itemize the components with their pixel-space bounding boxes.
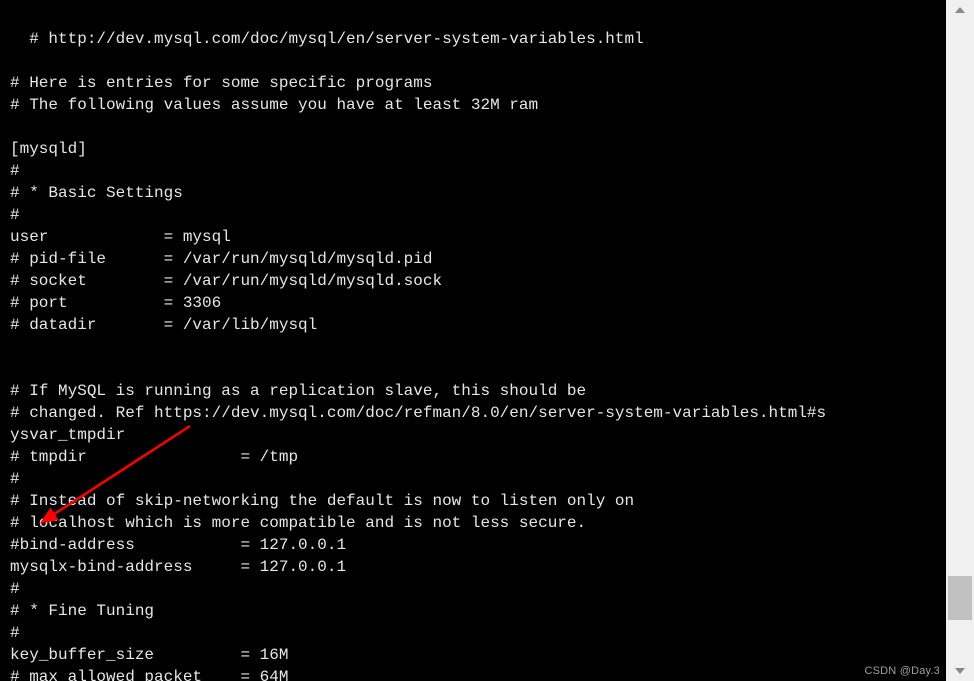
- config-line: # changed. Ref https://dev.mysql.com/doc…: [10, 404, 826, 422]
- config-line: # Here is entries for some specific prog…: [10, 74, 432, 92]
- config-line: # * Fine Tuning: [10, 602, 154, 620]
- config-line: # The following values assume you have a…: [10, 96, 538, 114]
- config-line: user = mysql: [10, 228, 231, 246]
- config-line: # socket = /var/run/mysqld/mysqld.sock: [10, 272, 442, 290]
- scroll-down-button[interactable]: [946, 661, 974, 681]
- config-line: # * Basic Settings: [10, 184, 183, 202]
- config-line: # pid-file = /var/run/mysqld/mysqld.pid: [10, 250, 432, 268]
- terminal-viewport[interactable]: # http://dev.mysql.com/doc/mysql/en/serv…: [0, 0, 946, 681]
- config-line: # http://dev.mysql.com/doc/mysql/en/serv…: [29, 30, 644, 48]
- config-line: #bind-address = 127.0.0.1: [10, 536, 346, 554]
- config-line: #: [10, 206, 20, 224]
- scroll-up-button[interactable]: [946, 0, 974, 20]
- config-line: mysqlx-bind-address = 127.0.0.1: [10, 558, 346, 576]
- scrollbar-thumb[interactable]: [948, 576, 972, 620]
- config-line: #: [10, 580, 20, 598]
- config-line: ysvar_tmpdir: [10, 426, 125, 444]
- config-line: [mysqld]: [10, 140, 87, 158]
- config-line: # max_allowed_packet = 64M: [10, 668, 288, 681]
- watermark-text: CSDN @Day.3: [864, 665, 940, 677]
- config-line: key_buffer_size = 16M: [10, 646, 288, 664]
- config-line: #: [10, 162, 20, 180]
- vertical-scrollbar[interactable]: [946, 0, 974, 681]
- config-line: # tmpdir = /tmp: [10, 448, 298, 466]
- config-line: # port = 3306: [10, 294, 221, 312]
- config-line: # Instead of skip-networking the default…: [10, 492, 634, 510]
- config-line: # datadir = /var/lib/mysql: [10, 316, 317, 334]
- config-line: #: [10, 624, 20, 642]
- config-line: # If MySQL is running as a replication s…: [10, 382, 586, 400]
- config-line: # localhost which is more compatible and…: [10, 514, 586, 532]
- config-line: #: [10, 470, 20, 488]
